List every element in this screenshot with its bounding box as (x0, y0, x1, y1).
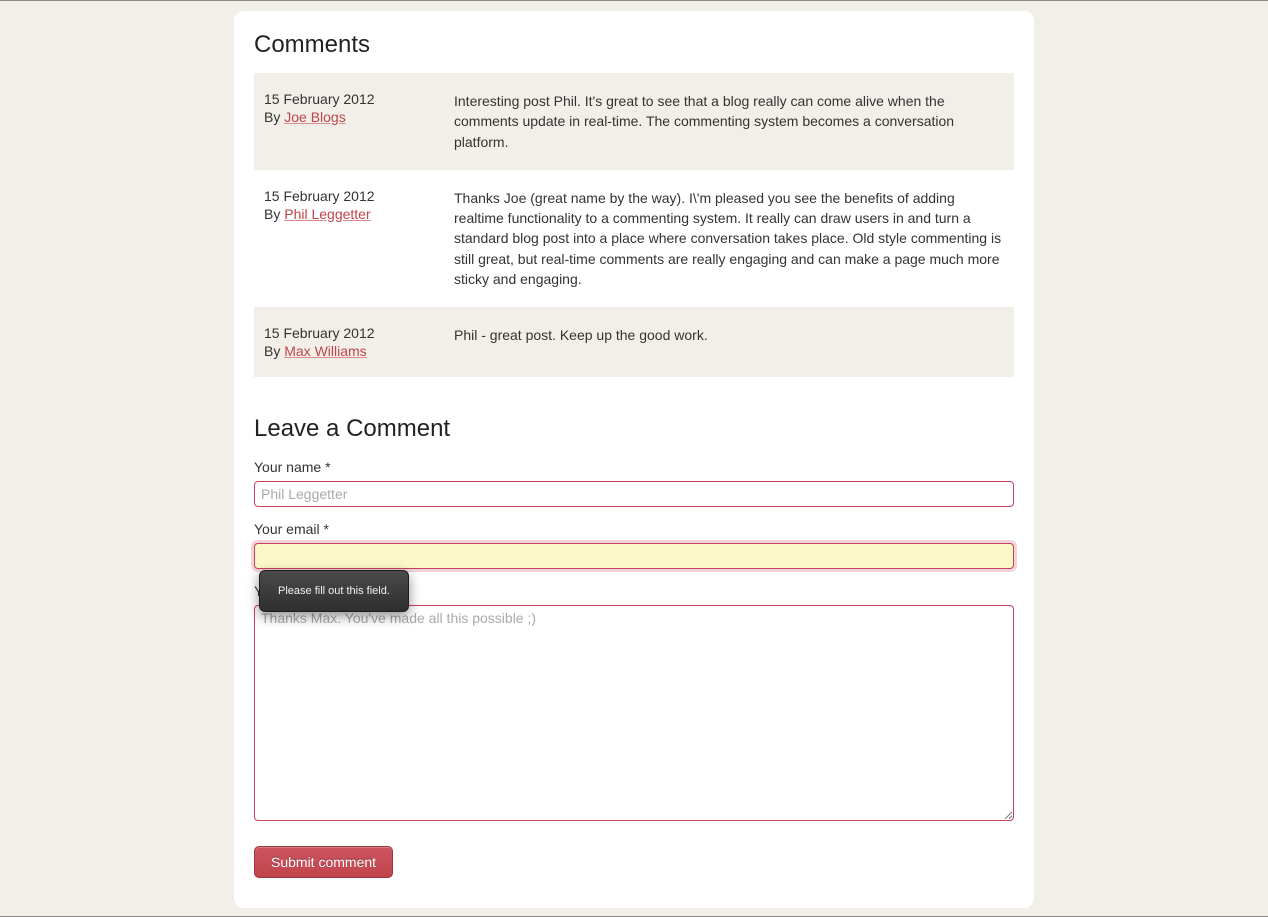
by-prefix: By (264, 206, 280, 222)
email-input[interactable] (254, 543, 1014, 569)
comment-byline: By Joe Blogs (264, 109, 444, 125)
by-prefix: By (264, 343, 280, 359)
comment-item: 15 February 2012 By Joe Blogs Interestin… (254, 73, 1014, 170)
comment-body: Phil - great post. Keep up the good work… (454, 325, 1004, 359)
comment-author-link[interactable]: Max Williams (284, 343, 366, 359)
comment-date: 15 February 2012 (264, 188, 444, 204)
comment-body: Interesting post Phil. It's great to see… (454, 91, 1004, 152)
name-input[interactable] (254, 481, 1014, 507)
email-label: Your email * (254, 521, 1014, 537)
comments-panel: Comments 15 February 2012 By Joe Blogs I… (234, 11, 1034, 908)
comment-item: 15 February 2012 By Max Williams Phil - … (254, 307, 1014, 377)
name-label: Your name * (254, 459, 1014, 475)
comment-item: 15 February 2012 By Phil Leggetter Thank… (254, 170, 1014, 307)
validation-tooltip: Please fill out this field. (259, 570, 409, 612)
comment-textarea[interactable] (254, 605, 1014, 821)
submit-comment-button[interactable]: Submit comment (254, 846, 393, 878)
comment-byline: By Max Williams (264, 343, 444, 359)
email-field-wrapper: Your email * Please fill out this field. (254, 521, 1014, 569)
leave-comment-heading: Leave a Comment (254, 415, 1014, 443)
leave-comment-section: Leave a Comment Your name * Your email *… (254, 415, 1014, 878)
comment-date: 15 February 2012 (264, 325, 444, 341)
comment-meta: 15 February 2012 By Joe Blogs (264, 91, 454, 152)
comment-date: 15 February 2012 (264, 91, 444, 107)
comments-heading: Comments (254, 31, 1014, 59)
comment-author-link[interactable]: Phil Leggetter (284, 206, 370, 222)
comment-meta: 15 February 2012 By Phil Leggetter (264, 188, 454, 289)
name-field-wrapper: Your name * (254, 459, 1014, 507)
comment-byline: By Phil Leggetter (264, 206, 444, 222)
by-prefix: By (264, 109, 280, 125)
comment-author-link[interactable]: Joe Blogs (284, 109, 345, 125)
comment-body: Thanks Joe (great name by the way). I\'m… (454, 188, 1004, 289)
comment-meta: 15 February 2012 By Max Williams (264, 325, 454, 359)
comments-list: 15 February 2012 By Joe Blogs Interestin… (254, 73, 1014, 377)
comment-field-wrapper: Your comment * (254, 583, 1014, 824)
